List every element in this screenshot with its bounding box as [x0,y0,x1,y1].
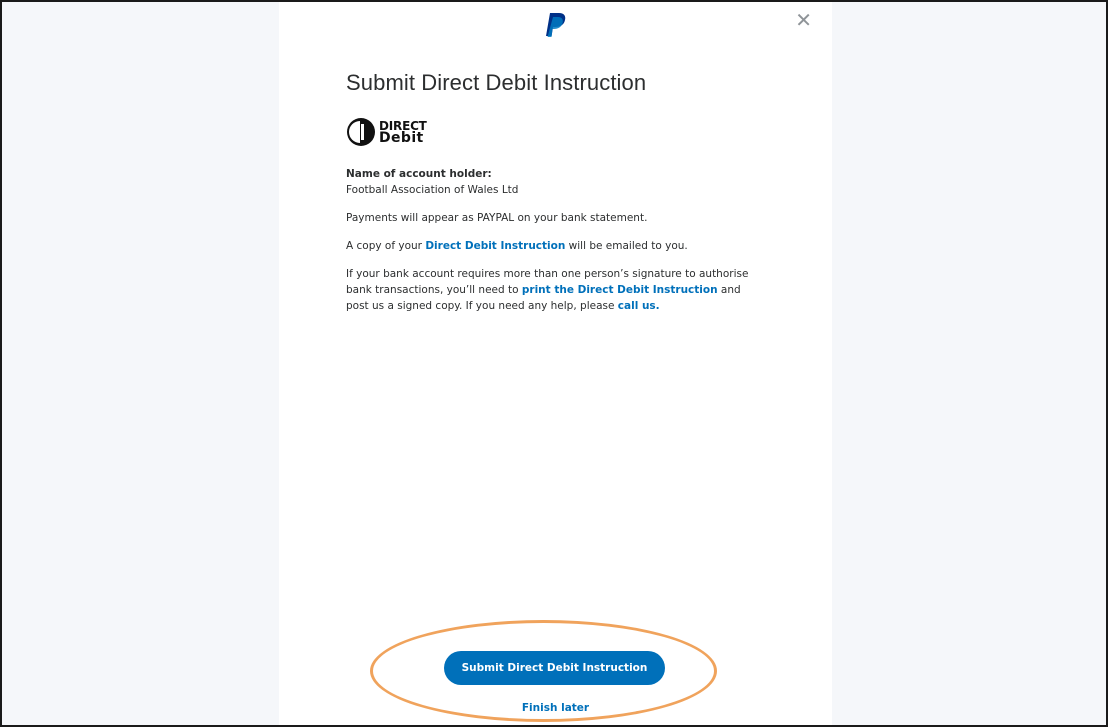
paypal-logo-icon [546,13,566,37]
account-holder-name: Football Association of Wales Ltd [346,184,519,196]
submit-direct-debit-button[interactable]: Submit Direct Debit Instruction [444,651,665,685]
instruction-content: Name of account holder: Football Associa… [346,166,761,326]
call-us-link[interactable]: call us. [618,300,660,312]
direct-debit-word-2: Debit [379,129,424,146]
close-icon[interactable]: ✕ [795,10,812,30]
account-holder-label: Name of account holder: [346,168,492,180]
direct-debit-emblem-icon [347,118,375,146]
finish-later-link[interactable]: Finish later [279,702,832,714]
signature-paragraph: If your bank account requires more than … [346,266,761,314]
direct-debit-modal: ✕ Submit Direct Debit Instruction DIRECT… [279,0,832,727]
copy-prefix-text: A copy of your [346,240,426,252]
modal-title: Submit Direct Debit Instruction [346,70,647,95]
copy-suffix-text: will be emailed to you. [565,240,688,252]
copy-paragraph: A copy of your Direct Debit Instruction … [346,238,761,254]
direct-debit-logo: DIRECT Debit [346,117,427,147]
account-holder-block: Name of account holder: Football Associa… [346,166,761,198]
print-instruction-link[interactable]: print the Direct Debit Instruction [522,284,718,296]
direct-debit-wordmark: DIRECT Debit [379,120,427,145]
direct-debit-instruction-link[interactable]: Direct Debit Instruction [425,240,565,252]
statement-paragraph: Payments will appear as PAYPAL on your b… [346,212,648,224]
